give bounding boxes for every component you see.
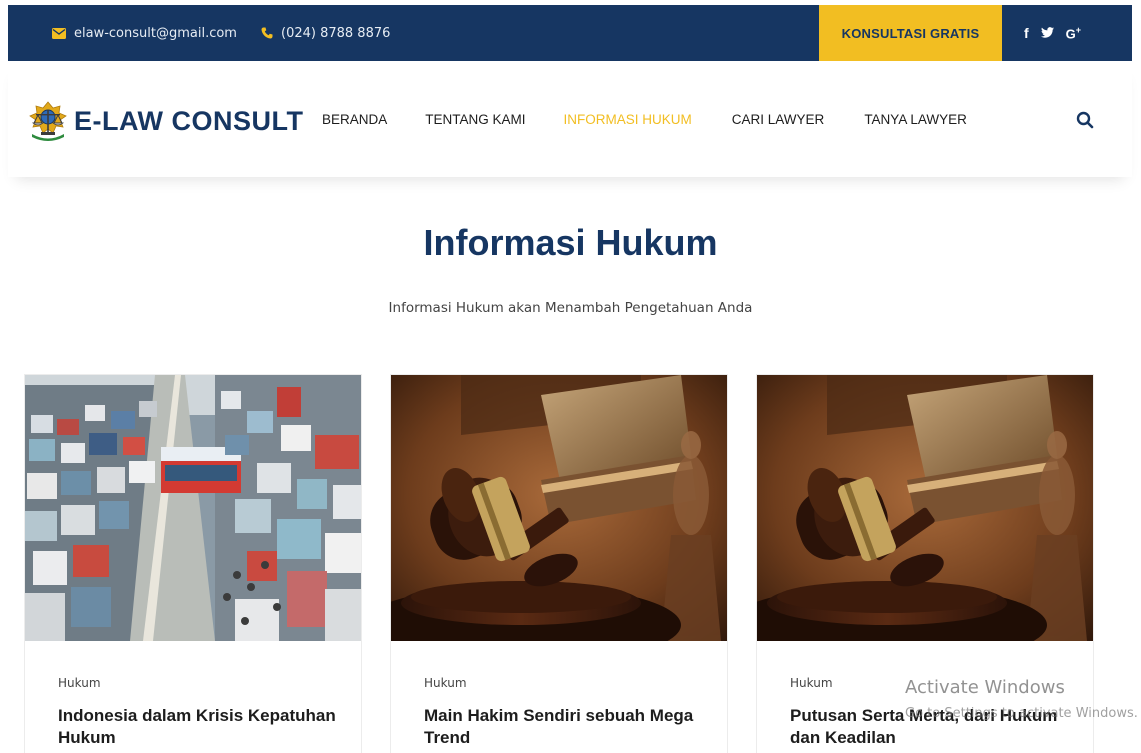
email-contact[interactable]: elaw-consult@gmail.com bbox=[52, 5, 237, 61]
nav-item-informasi-hukum[interactable]: INFORMASI HUKUM bbox=[564, 112, 692, 127]
page-title: Informasi Hukum bbox=[423, 222, 718, 263]
nav-item-tanya-lawyer[interactable]: TANYA LAWYER bbox=[864, 112, 967, 127]
twitter-icon[interactable] bbox=[1040, 25, 1054, 41]
activate-windows-watermark: Activate Windows bbox=[905, 677, 1065, 698]
main-navbar: E-LAW CONSULT BERANDA TENTANG KAMI INFOR… bbox=[8, 61, 1132, 177]
article-category[interactable]: Hukum bbox=[424, 676, 467, 690]
traffic-jam-photo[interactable] bbox=[25, 375, 361, 641]
brand-name: E-LAW CONSULT bbox=[74, 105, 304, 136]
article-category[interactable]: Hukum bbox=[58, 676, 101, 690]
google-plus-icon[interactable]: G+ bbox=[1066, 25, 1081, 41]
nav-item-beranda[interactable]: BERANDA bbox=[322, 112, 387, 127]
free-consultation-button[interactable]: KONSULTASI GRATIS bbox=[819, 5, 1002, 61]
main-menu: BERANDA TENTANG KAMI INFORMASI HUKUM CAR… bbox=[322, 61, 967, 177]
nav-item-cari-lawyer[interactable]: CARI LAWYER bbox=[732, 112, 825, 127]
facebook-icon[interactable]: f bbox=[1024, 25, 1029, 41]
article-title[interactable]: Main Hakim Sendiri sebuah Mega Trend bbox=[424, 705, 714, 749]
mail-icon bbox=[52, 27, 66, 39]
brand-logo[interactable]: E-LAW CONSULT bbox=[26, 101, 303, 141]
article-card[interactable]: Hukum Indonesia dalam Krisis Kepatuhan H… bbox=[24, 374, 362, 753]
page-subtitle: Informasi Hukum akan Menambah Pengetahua… bbox=[388, 300, 753, 316]
search-icon[interactable] bbox=[1076, 111, 1094, 129]
gavel-photo[interactable] bbox=[391, 375, 727, 641]
article-card[interactable]: Hukum Main Hakim Sendiri sebuah Mega Tre… bbox=[390, 374, 728, 753]
nav-item-tentang-kami[interactable]: TENTANG KAMI bbox=[425, 112, 525, 127]
social-links: f G+ bbox=[1024, 5, 1081, 61]
email-text: elaw-consult@gmail.com bbox=[74, 25, 237, 41]
phone-text: (024) 8788 8876 bbox=[281, 25, 391, 41]
top-bar: elaw-consult@gmail.com (024) 8788 8876 K… bbox=[8, 5, 1132, 61]
gavel-photo[interactable] bbox=[757, 375, 1093, 641]
scales-of-justice-logo-icon bbox=[29, 101, 67, 141]
phone-contact[interactable]: (024) 8788 8876 bbox=[261, 5, 390, 61]
article-title[interactable]: Indonesia dalam Krisis Kepatuhan Hukum bbox=[58, 705, 348, 749]
phone-icon bbox=[261, 27, 273, 39]
article-category[interactable]: Hukum bbox=[790, 676, 833, 690]
activate-windows-hint: Go to Settings to activate Windows. bbox=[905, 706, 1138, 721]
